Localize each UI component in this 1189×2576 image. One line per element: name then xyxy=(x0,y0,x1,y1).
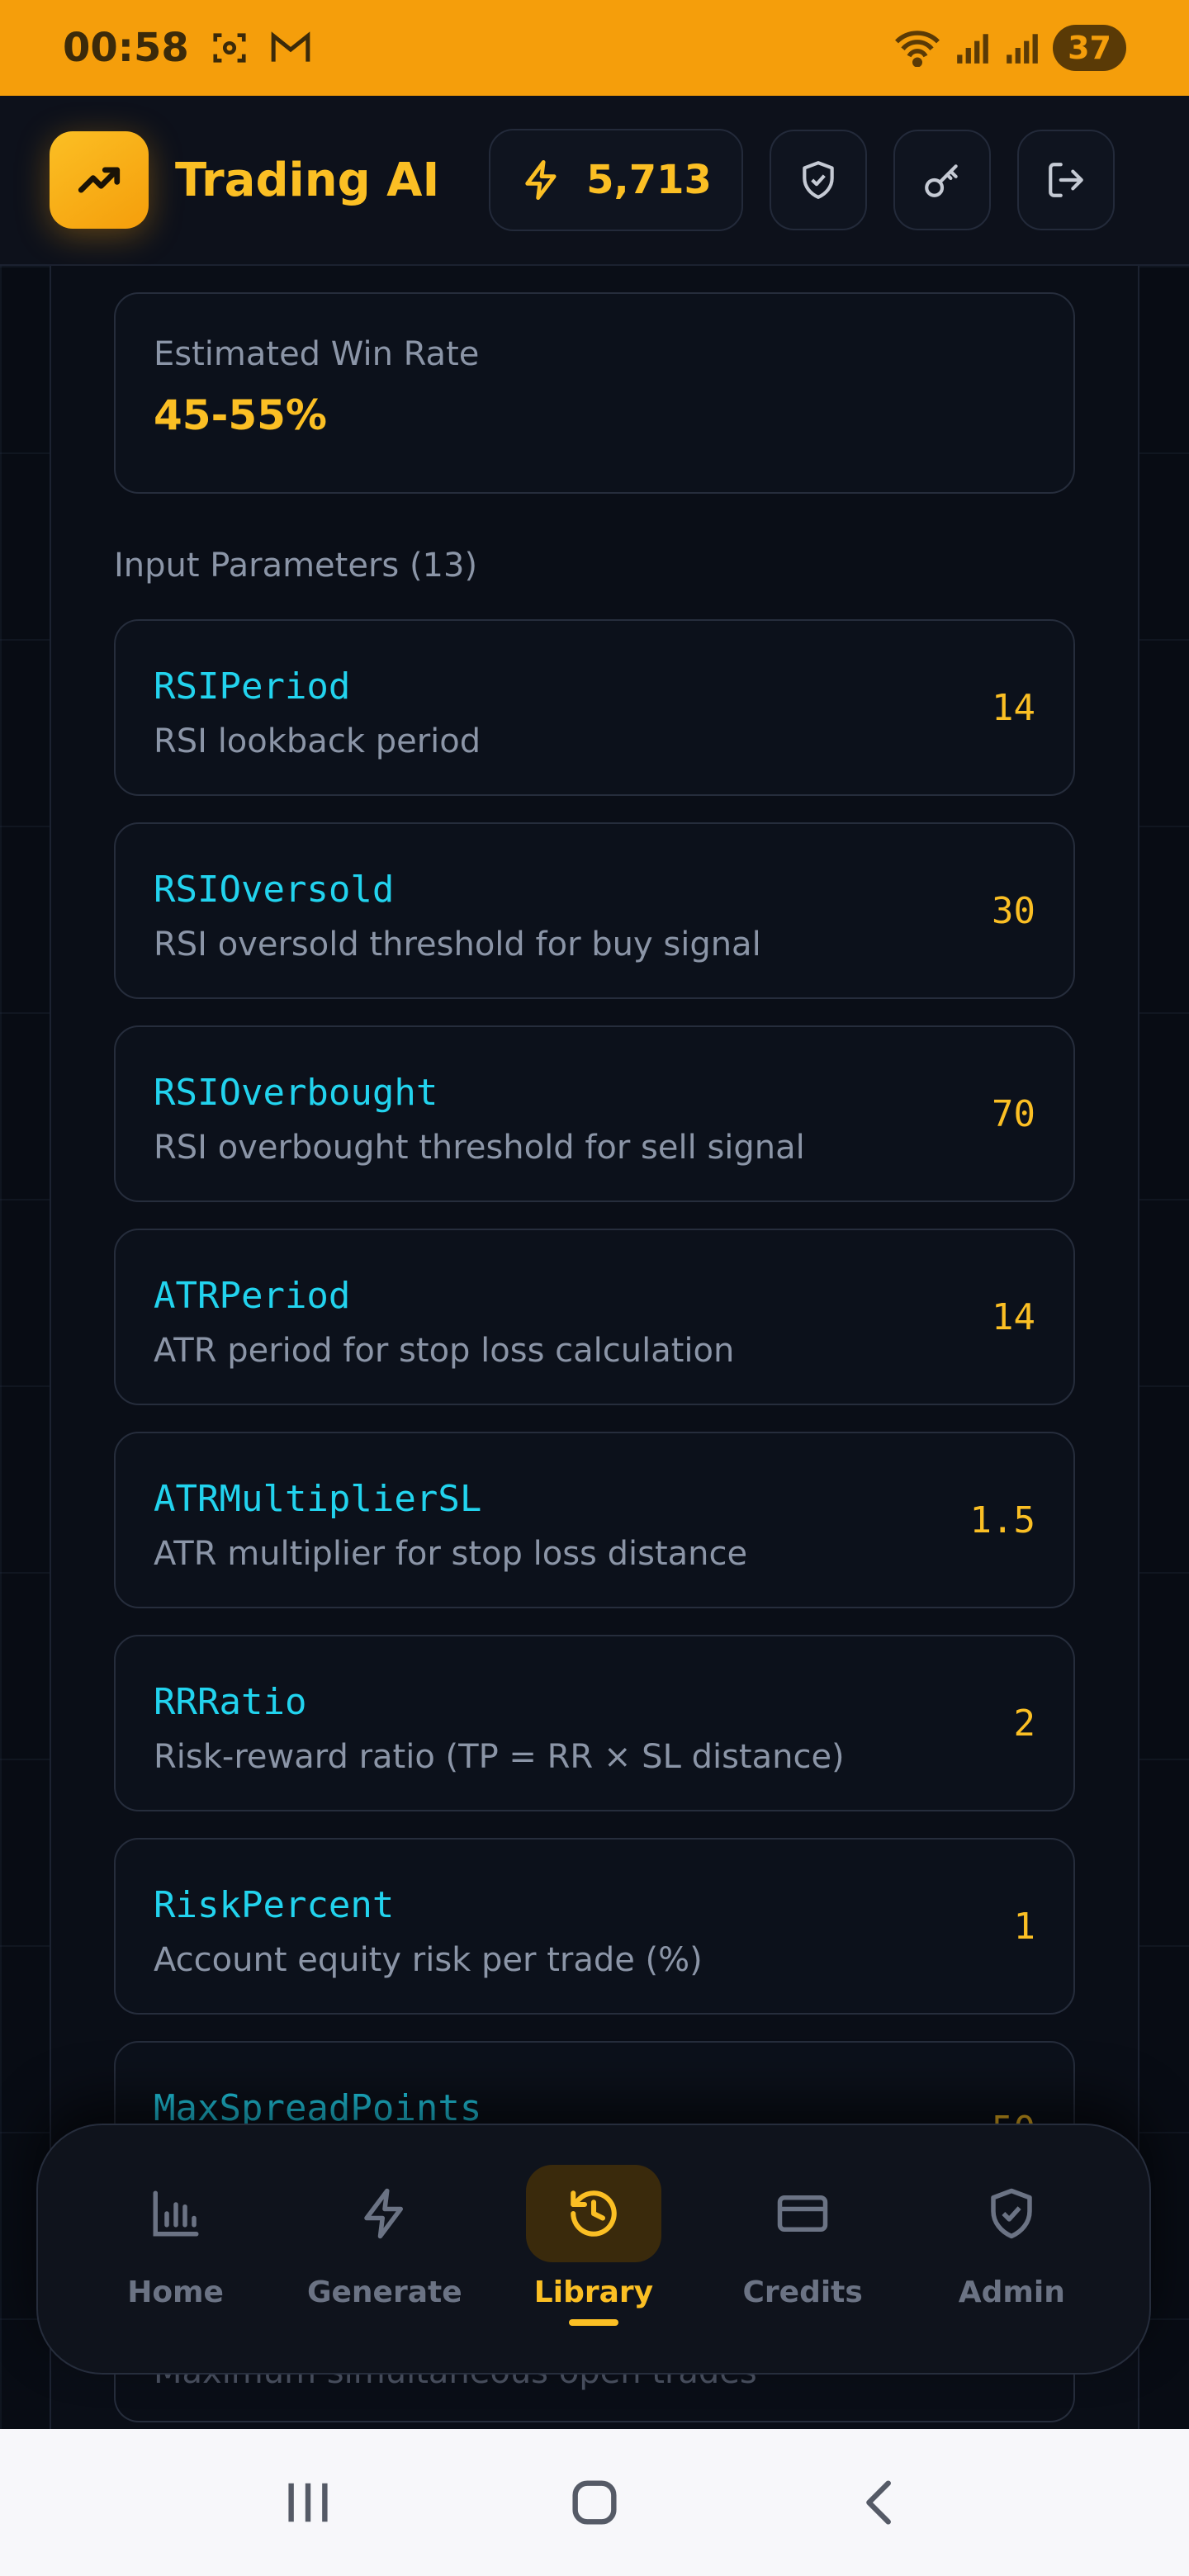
param-name: RRRatio xyxy=(154,1681,307,1723)
param-card: RSIPeriod RSI lookback period 14 xyxy=(114,619,1075,796)
param-value: 30 xyxy=(992,890,1035,932)
param-name: RSIPeriod xyxy=(154,665,351,708)
param-name: ATRMultiplierSL xyxy=(154,1478,482,1520)
nav-item-generate[interactable]: Generate xyxy=(290,2165,480,2309)
params-heading: Input Parameters (13) xyxy=(114,547,478,585)
param-value: 1 xyxy=(1013,1906,1036,1948)
lightning-icon xyxy=(525,159,557,201)
active-indicator xyxy=(568,2319,618,2326)
param-desc: RSI oversold threshold for buy signal xyxy=(154,926,761,964)
api-key-button[interactable] xyxy=(893,130,991,230)
system-nav-bar xyxy=(0,2429,1189,2576)
nav-item-credits[interactable]: Credits xyxy=(708,2165,898,2309)
app-logo xyxy=(50,131,149,229)
credits-value: 5,713 xyxy=(586,157,712,203)
param-desc: ATR multiplier for stop loss distance xyxy=(154,1535,748,1573)
screenshot-icon xyxy=(213,33,246,63)
logout-icon xyxy=(1049,163,1083,197)
nav-label: Library xyxy=(533,2275,654,2309)
param-name: RiskPercent xyxy=(154,1884,395,1926)
signal-icon xyxy=(957,34,988,64)
credits-balance-button[interactable]: 5,713 xyxy=(489,129,743,231)
nav-label: Home xyxy=(127,2275,224,2309)
home-icon[interactable] xyxy=(566,2474,623,2531)
wifi-icon xyxy=(895,31,940,67)
nav-label: Generate xyxy=(306,2275,462,2309)
param-name: RSIOversold xyxy=(154,869,395,911)
shield-check-icon xyxy=(991,2188,1033,2239)
param-name: ATRPeriod xyxy=(154,1275,351,1317)
battery-indicator: 37 xyxy=(1053,25,1126,71)
bar-chart-icon xyxy=(153,2190,199,2237)
win-rate-card: Estimated Win Rate 45-55% xyxy=(114,292,1075,494)
param-card: RSIOverbought RSI overbought threshold f… xyxy=(114,1025,1075,1202)
nav-item-admin[interactable]: Admin xyxy=(917,2165,1106,2309)
param-card: ATRPeriod ATR period for stop loss calcu… xyxy=(114,1229,1075,1405)
nav-item-library[interactable]: Library xyxy=(499,2165,689,2326)
param-name: RSIOverbought xyxy=(154,1072,438,1114)
param-value: 14 xyxy=(992,1296,1035,1338)
trending-up-icon xyxy=(78,167,121,193)
nav-label: Credits xyxy=(742,2275,863,2309)
param-desc: RSI overbought threshold for sell signal xyxy=(154,1129,805,1167)
credit-card-icon xyxy=(777,2195,828,2232)
win-rate-label: Estimated Win Rate xyxy=(154,335,480,373)
logout-button[interactable] xyxy=(1017,130,1115,230)
param-card: RiskPercent Account equity risk per trad… xyxy=(114,1838,1075,2015)
param-desc: ATR period for stop loss calculation xyxy=(154,1332,735,1370)
history-icon xyxy=(571,2190,617,2237)
param-value: 1.5 xyxy=(969,1499,1035,1541)
back-icon[interactable] xyxy=(852,2474,910,2531)
admin-shield-button[interactable] xyxy=(770,130,867,230)
bottom-nav: Home Generate Library Credits Admin xyxy=(36,2124,1151,2375)
lightning-icon xyxy=(364,2188,403,2239)
param-card: RRRatio Risk-reward ratio (TP = RR × SL … xyxy=(114,1635,1075,1811)
status-time: 00:58 xyxy=(63,25,189,71)
param-desc: RSI lookback period xyxy=(154,722,481,760)
param-value: 14 xyxy=(992,687,1035,729)
nav-label: Admin xyxy=(958,2275,1065,2309)
signal-icon-2 xyxy=(1007,34,1038,64)
param-value: 70 xyxy=(992,1093,1035,1135)
param-desc: Account equity risk per trade (%) xyxy=(154,1941,703,1979)
param-desc: Risk-reward ratio (TP = RR × SL distance… xyxy=(154,1738,845,1776)
param-card: ATRMultiplierSL ATR multiplier for stop … xyxy=(114,1432,1075,1608)
app-header: Trading AI 5,713 xyxy=(0,96,1189,266)
param-card: RSIOversold RSI oversold threshold for b… xyxy=(114,822,1075,999)
status-bar: 00:58 37 xyxy=(0,0,1189,96)
recent-apps-icon[interactable] xyxy=(279,2476,337,2529)
gmail-icon xyxy=(271,31,310,62)
param-value: 2 xyxy=(1013,1702,1036,1745)
shield-check-icon xyxy=(803,161,834,199)
win-rate-value: 45-55% xyxy=(154,391,328,439)
nav-item-home[interactable]: Home xyxy=(81,2165,271,2309)
key-icon xyxy=(925,164,958,197)
app-title: Trading AI xyxy=(175,153,440,207)
